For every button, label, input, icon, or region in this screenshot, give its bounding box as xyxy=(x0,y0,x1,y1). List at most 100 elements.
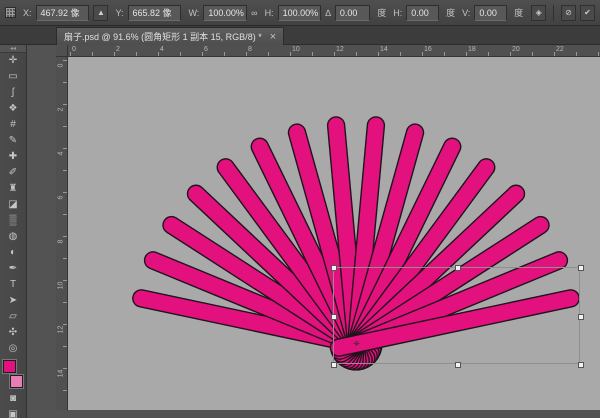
move-tool[interactable]: ✛ xyxy=(2,53,25,69)
hskew-label: H: xyxy=(393,8,402,18)
quick-selection-tool[interactable]: ❖ xyxy=(2,101,25,117)
warp-mode-toggle[interactable]: ◈ xyxy=(531,5,546,21)
h-ruler-label: 2 xyxy=(116,46,120,53)
rotate-angle-icon: ∆ xyxy=(325,8,331,18)
transform-handle[interactable] xyxy=(331,265,337,271)
v-ruler-label: 10 xyxy=(58,281,65,291)
transform-handle[interactable] xyxy=(455,362,461,368)
transform-handle[interactable] xyxy=(578,362,584,368)
h-ruler-label: 22 xyxy=(556,46,564,53)
v-ruler-label: 14 xyxy=(58,369,65,379)
w-label: W: xyxy=(188,8,199,18)
horizontal-skew-value: 0.00 xyxy=(411,8,429,18)
h-ruler-label: 4 xyxy=(160,46,164,53)
h-ruler[interactable]: 024681012141618202224 xyxy=(68,45,600,57)
rotation-angle-value: 0.00 xyxy=(340,8,358,18)
h-ruler-label: 0 xyxy=(72,46,76,53)
v-ruler[interactable]: 0 2 4 6 8 10 12 14 xyxy=(56,57,68,410)
commit-transform-button[interactable]: ✔ xyxy=(580,5,595,21)
document-window: 024681012141618202224 02468101214 ⌖ xyxy=(56,45,600,410)
document-tab-title: 扇子.psd @ 91.6% (圆角矩形 1 副本 15, RGB/8) * xyxy=(64,30,262,43)
v-ruler-label: 6 xyxy=(58,193,65,203)
v-ruler-label: 12 xyxy=(58,325,65,335)
hskew-unit-label: 度 xyxy=(446,6,455,19)
v-ruler-label: 4 xyxy=(58,149,65,159)
lasso-tool[interactable]: ʃ xyxy=(2,85,25,101)
tools-bottom: ◙▣ xyxy=(2,391,25,418)
color-swatches xyxy=(2,359,24,389)
document-tab[interactable]: 扇子.psd @ 91.6% (圆角矩形 1 副本 15, RGB/8) * × xyxy=(56,27,284,45)
angle-unit-label: 度 xyxy=(377,6,386,19)
crop-tool[interactable]: # xyxy=(2,117,25,133)
tools-top: ✛▭ʃ❖#✎✚✐♜◪▒◍◐✒T➤▱✣◎ xyxy=(2,53,25,357)
cancel-transform-button[interactable]: ⊘ xyxy=(561,5,576,21)
transform-options-bar: X: 467.92 像 ▲ Y: 665.82 像 W: 100.00% ∞ H… xyxy=(0,0,600,26)
y-label: Y: xyxy=(115,8,123,18)
close-document-icon[interactable]: × xyxy=(270,32,276,42)
tools-panel: ◂◂ ✛▭ʃ❖#✎✚✐♜◪▒◍◐✒T➤▱✣◎ ◙▣ xyxy=(0,45,27,418)
x-label: X: xyxy=(23,8,32,18)
transform-handle[interactable] xyxy=(455,265,461,271)
healing-brush-tool[interactable]: ✚ xyxy=(2,149,25,165)
vertical-skew-value: 0.00 xyxy=(479,8,497,18)
y-position-input[interactable]: 665.82 像 xyxy=(128,5,182,21)
shape-tool[interactable]: ▱ xyxy=(2,309,25,325)
h-label: H: xyxy=(265,8,274,18)
x-position-value: 467.92 像 xyxy=(41,6,80,19)
tools-collapse-button[interactable]: ◂◂ xyxy=(0,45,26,53)
photoshop-window: X: 467.92 像 ▲ Y: 665.82 像 W: 100.00% ∞ H… xyxy=(0,0,600,418)
y-position-value: 665.82 像 xyxy=(133,6,172,19)
height-scale-input[interactable]: 100.00% xyxy=(278,5,322,21)
foreground-color-swatch[interactable] xyxy=(3,360,16,373)
relative-position-toggle[interactable]: ▲ xyxy=(93,5,108,21)
h-ruler-label: 12 xyxy=(336,46,344,53)
h-ruler-label: 6 xyxy=(204,46,208,53)
path-selection-tool[interactable]: ➤ xyxy=(2,293,25,309)
v-ruler-label: 8 xyxy=(58,237,65,247)
transform-handle[interactable] xyxy=(331,362,337,368)
rotation-angle-input[interactable]: 0.00 xyxy=(335,5,370,21)
screen-mode-button[interactable]: ▣ xyxy=(2,407,25,418)
horizontal-skew-input[interactable]: 0.00 xyxy=(406,5,439,21)
h-ruler-label: 20 xyxy=(512,46,520,53)
transform-handle[interactable] xyxy=(331,314,337,320)
width-scale-value: 100.00% xyxy=(208,8,244,18)
blur-tool[interactable]: ◍ xyxy=(2,229,25,245)
h-ruler-label: 14 xyxy=(380,46,388,53)
eyedropper-tool[interactable]: ✎ xyxy=(2,133,25,149)
transform-box[interactable] xyxy=(333,267,580,364)
gradient-tool[interactable]: ▒ xyxy=(2,213,25,229)
reference-point-locator[interactable] xyxy=(5,7,16,18)
type-tool[interactable]: T xyxy=(2,277,25,293)
width-scale-input[interactable]: 100.00% xyxy=(203,5,247,21)
background-color-swatch[interactable] xyxy=(10,375,23,388)
vertical-skew-input[interactable]: 0.00 xyxy=(474,5,507,21)
dodge-tool[interactable]: ◐ xyxy=(2,245,25,261)
x-position-input[interactable]: 467.92 像 xyxy=(36,5,90,21)
hand-tool[interactable]: ✣ xyxy=(2,325,25,341)
options-bar-divider xyxy=(553,5,554,21)
reference-point-icon[interactable]: ⌖ xyxy=(351,338,362,349)
canvas-area[interactable]: ⌖ xyxy=(68,57,600,410)
v-ruler-label: 2 xyxy=(58,105,65,115)
ruler-corner xyxy=(56,45,68,57)
h-ruler-label: 18 xyxy=(468,46,476,53)
h-ruler-label: 8 xyxy=(248,46,252,53)
height-scale-value: 100.00% xyxy=(283,8,319,18)
brush-tool[interactable]: ✐ xyxy=(2,165,25,181)
v-ruler-label: 0 xyxy=(58,61,65,71)
pen-tool[interactable]: ✒ xyxy=(2,261,25,277)
quick-mask-button[interactable]: ◙ xyxy=(2,391,25,407)
transform-handle[interactable] xyxy=(578,265,584,271)
zoom-tool[interactable]: ◎ xyxy=(2,341,25,357)
vskew-unit-label: 度 xyxy=(514,6,523,19)
marquee-tool[interactable]: ▭ xyxy=(2,69,25,85)
transform-handle[interactable] xyxy=(578,314,584,320)
h-ruler-label: 16 xyxy=(424,46,432,53)
eraser-tool[interactable]: ◪ xyxy=(2,197,25,213)
vskew-label: V: xyxy=(462,8,470,18)
document-tab-bar: 扇子.psd @ 91.6% (圆角矩形 1 副本 15, RGB/8) * × xyxy=(0,26,600,45)
h-ruler-label: 10 xyxy=(292,46,300,53)
link-dimensions-icon[interactable]: ∞ xyxy=(251,8,257,18)
clone-stamp-tool[interactable]: ♜ xyxy=(2,181,25,197)
